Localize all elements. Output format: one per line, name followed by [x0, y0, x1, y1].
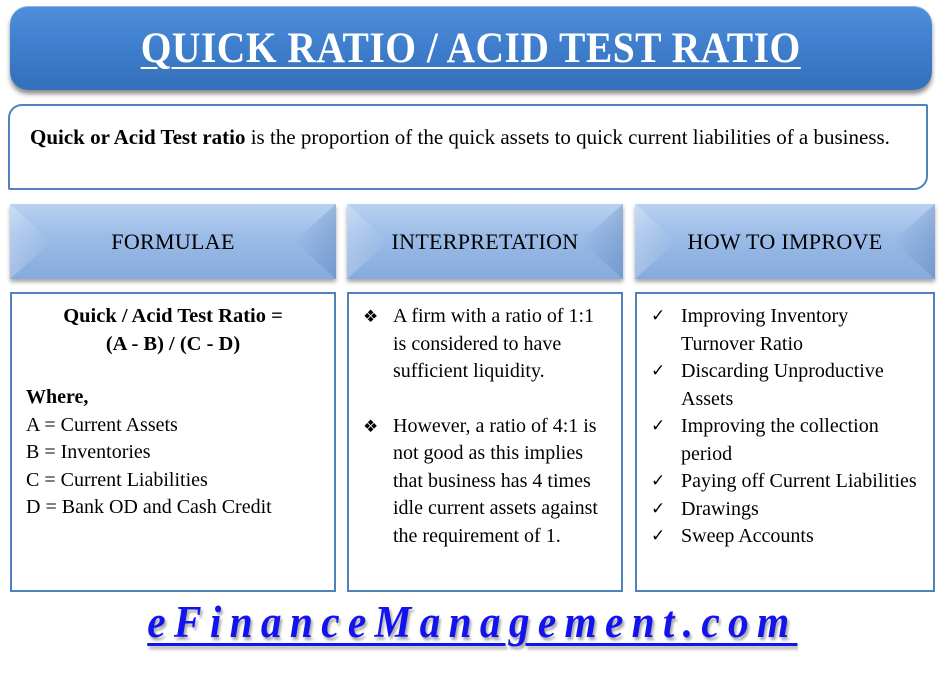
improve-item-text: Improving Inventory Turnover Ratio — [681, 305, 849, 355]
improve-item-text: Paying off Current Liabilities — [681, 470, 917, 492]
improve-item-text: Improving the collection period — [681, 415, 879, 465]
improve-panel: ✓ Improving Inventory Turnover Ratio ✓ D… — [635, 292, 935, 592]
where-label: Where, — [26, 386, 89, 408]
interpretation-text: However, a ratio of 4:1 is not good as t… — [393, 414, 598, 547]
definition-box: Quick or Acid Test ratio is the proporti… — [8, 104, 928, 190]
variable-definition: B = Inventories — [26, 441, 151, 463]
improve-item-text: Discarding Unproductive Assets — [681, 360, 884, 410]
improve-item-text: Drawings — [681, 497, 759, 520]
checkmark-icon: ✓ — [651, 526, 666, 546]
improve-header-label: HOW TO IMPROVE — [687, 228, 883, 254]
formulae-header-label: FORMULAE — [111, 228, 235, 254]
interpretation-header: INTERPRETATION — [347, 204, 623, 279]
diamond-bullet-icon: ❖ — [363, 416, 379, 436]
diamond-bullet-icon: ❖ — [363, 307, 379, 326]
formulae-header: FORMULAE — [10, 204, 336, 279]
formula-line-1: Quick / Acid Test Ratio = — [63, 305, 283, 327]
improve-item: ✓ Improving Inventory Turnover Ratio — [651, 303, 925, 358]
site-link[interactable]: eFinanceManagement.com — [147, 596, 797, 648]
footer: eFinanceManagement.com — [0, 596, 945, 648]
variable-definition: C = Current Liabilities — [26, 468, 208, 491]
improve-item: ✓ Discarding Unproductive Assets — [651, 358, 925, 413]
improve-item: ✓ Sweep Accounts — [651, 523, 925, 551]
improve-header: HOW TO IMPROVE — [635, 204, 935, 279]
formula-line-2: (A - B) / (C - D) — [105, 333, 241, 355]
formulae-panel: Quick / Acid Test Ratio = (A - B) / (C -… — [10, 292, 336, 592]
checkmark-icon: ✓ — [651, 471, 666, 491]
page-title: QUICK RATIO / ACID TEST RATIO — [140, 24, 802, 72]
checkmark-icon: ✓ — [651, 416, 666, 436]
interpretation-panel: ❖ A firm with a ratio of 1:1 is consider… — [347, 292, 623, 592]
improve-item: ✓ Paying off Current Liabilities — [651, 468, 925, 496]
definition-term: Quick or Acid Test ratio — [30, 125, 246, 149]
checkmark-icon: ✓ — [651, 498, 666, 519]
title-banner: QUICK RATIO / ACID TEST RATIO — [10, 6, 932, 90]
variable-definition: A = Current Assets — [26, 413, 178, 436]
interpretation-point: ❖ A firm with a ratio of 1:1 is consider… — [363, 303, 611, 386]
checkmark-icon: ✓ — [651, 306, 666, 326]
improve-item: ✓ Drawings — [651, 496, 925, 524]
variable-definition: D = Bank OD and Cash Credit — [26, 496, 272, 518]
definition-text: is the proportion of the quick assets to… — [245, 125, 890, 149]
improve-item-text: Sweep Accounts — [681, 525, 814, 547]
checkmark-icon: ✓ — [651, 361, 666, 381]
interpretation-text: A firm with a ratio of 1:1 is considered… — [393, 305, 595, 382]
interpretation-header-label: INTERPRETATION — [391, 228, 579, 254]
improve-item: ✓ Improving the collection period — [651, 413, 925, 468]
interpretation-point: ❖ However, a ratio of 4:1 is not good as… — [363, 413, 611, 551]
